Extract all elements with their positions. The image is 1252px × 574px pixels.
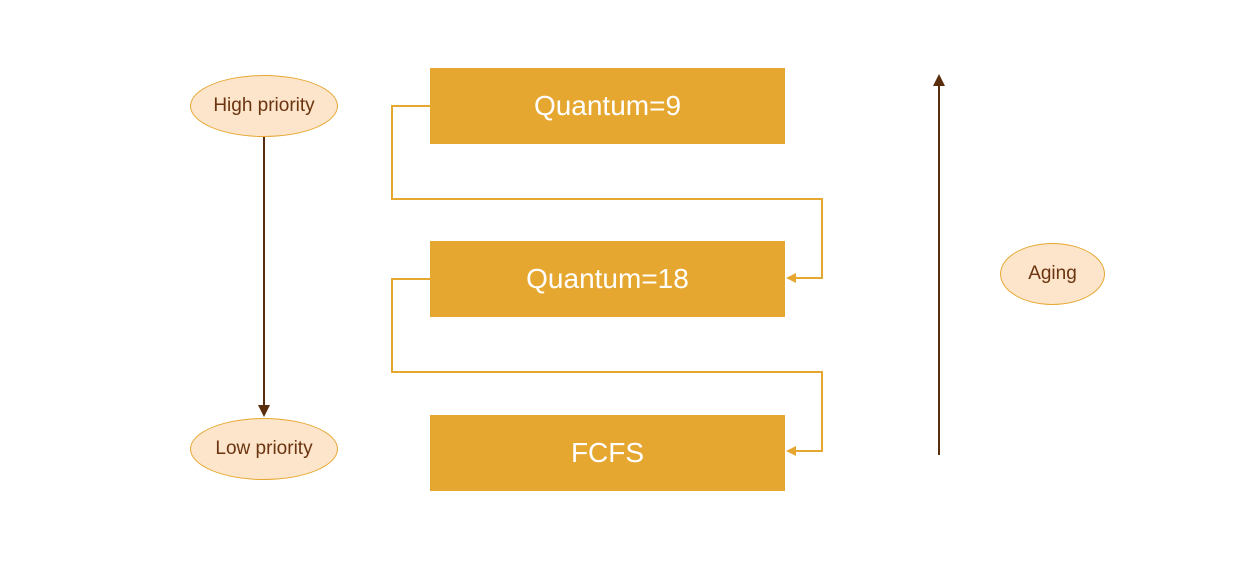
connector-2-h1	[391, 278, 430, 280]
queue-3-label: FCFS	[571, 437, 644, 469]
high-priority-node: High priority	[190, 75, 338, 137]
connector-2-h2	[391, 371, 823, 373]
aging-arrowhead	[933, 74, 945, 86]
connector-1-h2	[391, 198, 823, 200]
queue-3-box: FCFS	[430, 415, 785, 491]
queue-2-label: Quantum=18	[526, 263, 689, 295]
queue-1-box: Quantum=9	[430, 68, 785, 144]
low-priority-label: Low priority	[215, 438, 312, 460]
connector-2-v2	[821, 371, 823, 451]
connector-1-h3	[795, 277, 823, 279]
aging-label: Aging	[1028, 263, 1077, 285]
connector-1-v2	[821, 198, 823, 278]
connector-1-h1	[391, 105, 430, 107]
aging-arrow-line	[938, 85, 940, 455]
priority-arrow-line	[263, 137, 265, 407]
connector-2-h3	[795, 450, 823, 452]
connector-1-v	[391, 105, 393, 199]
priority-arrowhead	[258, 405, 270, 417]
low-priority-node: Low priority	[190, 418, 338, 480]
high-priority-label: High priority	[213, 95, 314, 117]
queue-2-box: Quantum=18	[430, 241, 785, 317]
connector-1-arrowhead	[786, 273, 796, 283]
queue-1-label: Quantum=9	[534, 90, 681, 122]
connector-2-v	[391, 278, 393, 372]
connector-2-arrowhead	[786, 446, 796, 456]
aging-node: Aging	[1000, 243, 1105, 305]
